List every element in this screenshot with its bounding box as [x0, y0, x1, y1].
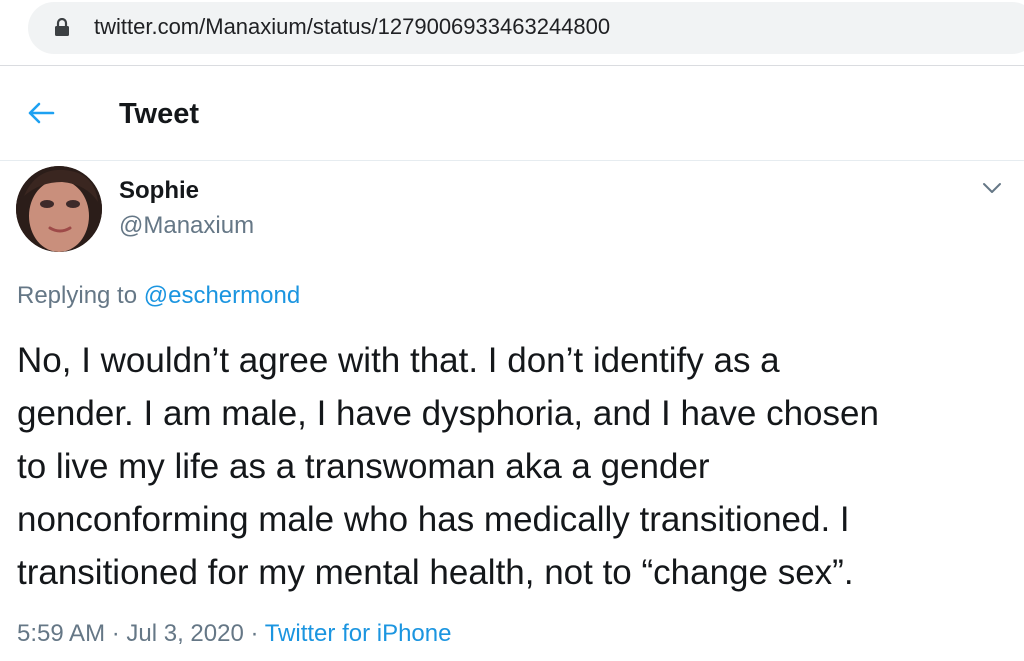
avatar[interactable]	[16, 166, 102, 252]
url-text[interactable]: twitter.com/Manaxium/status/127900693346…	[94, 13, 610, 41]
lock-icon[interactable]	[54, 17, 70, 36]
replying-to: Replying to @eschermond	[17, 281, 300, 311]
tweet-page-header: Tweet	[0, 66, 1024, 161]
meta-separator: ·	[243, 620, 265, 647]
meta-separator: ·	[105, 620, 127, 647]
reply-to-link[interactable]: @eschermond	[144, 282, 300, 309]
author-handle[interactable]: @Manaxium	[119, 211, 254, 241]
browser-toolbar: twitter.com/Manaxium/status/127900693346…	[0, 0, 1024, 66]
page-title: Tweet	[119, 98, 200, 130]
tweet-date[interactable]: Jul 3, 2020	[126, 620, 243, 647]
back-arrow-icon[interactable]	[26, 98, 56, 128]
tweet-time[interactable]: 5:59 AM	[17, 620, 105, 647]
author-display-name[interactable]: Sophie	[119, 176, 199, 206]
tweet-text: No, I wouldn’t agree with that. I don’t …	[17, 341, 879, 592]
tweet-meta: 5:59 AM · Jul 3, 2020 · Twitter for iPho…	[17, 619, 451, 649]
replying-to-label: Replying to	[17, 282, 144, 309]
chevron-down-icon[interactable]	[980, 176, 1004, 200]
tweet-source-link[interactable]: Twitter for iPhone	[265, 620, 452, 647]
